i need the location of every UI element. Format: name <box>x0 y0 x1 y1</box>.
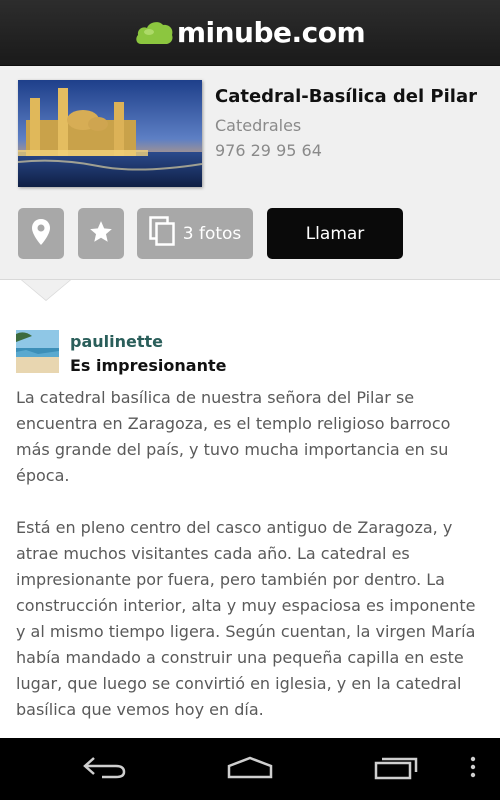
call-label: Llamar <box>305 223 365 244</box>
map-button[interactable] <box>18 208 64 259</box>
home-button[interactable] <box>215 738 285 800</box>
photos-label: 3 fotos <box>182 223 242 244</box>
home-icon <box>226 754 274 784</box>
overflow-menu-icon <box>470 756 476 782</box>
app-bar: minube.com <box>0 0 500 66</box>
minube-cloud-icon <box>135 18 175 48</box>
photos-icon <box>148 216 175 251</box>
place-title: Catedral-Basílica del Pilar <box>215 86 477 107</box>
place-category[interactable]: Catedrales <box>215 116 301 135</box>
review-paragraph: Está en pleno centro del casco antiguo d… <box>16 518 476 719</box>
location-pin-icon <box>31 218 51 250</box>
logo-text: minube.com <box>176 16 366 49</box>
call-button[interactable]: Llamar <box>267 208 403 259</box>
recents-icon <box>374 754 420 784</box>
minube-logo[interactable]: minube.com <box>135 16 366 49</box>
favorite-button[interactable] <box>78 208 124 259</box>
header-pointer <box>22 280 70 300</box>
recents-button[interactable] <box>362 738 432 800</box>
star-icon <box>88 219 114 249</box>
review-paragraph: La catedral basílica de nuestra señora d… <box>16 388 451 485</box>
system-navigation-bar <box>0 738 500 800</box>
place-phone[interactable]: 976 29 95 64 <box>215 141 322 160</box>
place-photo[interactable] <box>18 80 202 187</box>
avatar[interactable] <box>16 330 59 373</box>
review-body: La catedral basílica de nuestra señora d… <box>16 385 486 749</box>
overflow-menu-button[interactable] <box>458 738 488 800</box>
review-title: Es impresionante <box>70 356 227 375</box>
review-username[interactable]: paulinette <box>70 332 163 351</box>
back-icon <box>82 754 128 784</box>
photos-button[interactable]: 3 fotos <box>137 208 253 259</box>
place-header: Catedral-Basílica del Pilar Catedrales 9… <box>0 66 500 280</box>
back-button[interactable] <box>70 738 140 800</box>
